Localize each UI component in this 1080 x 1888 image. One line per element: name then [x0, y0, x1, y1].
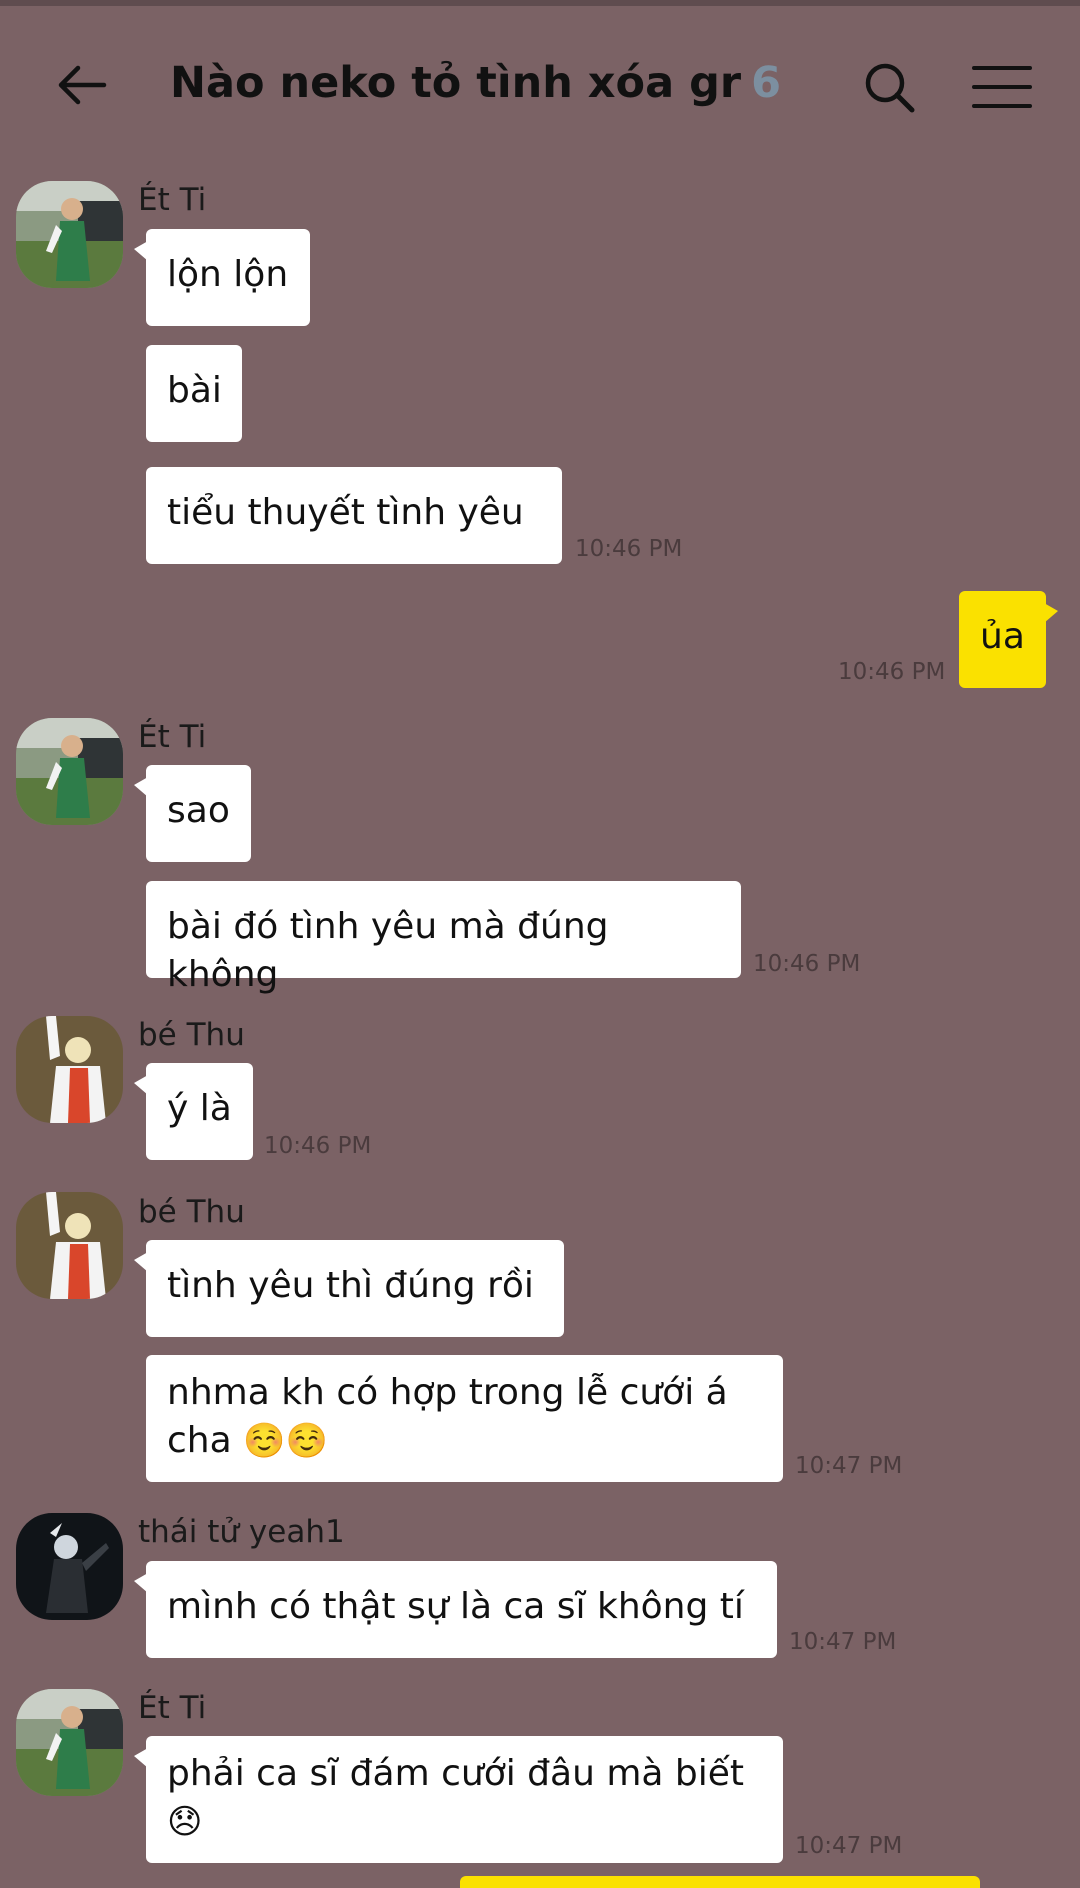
message-text: mình có thật sự là ca sĩ không tí [167, 1586, 744, 1627]
message-time: 10:46 PM [575, 536, 683, 562]
avatar-be-thu-image [16, 1016, 123, 1123]
avatar-thai-tu[interactable] [16, 1513, 123, 1620]
message-text-line: 😞 [167, 1798, 763, 1846]
message-bubble[interactable]: sao [134, 765, 251, 862]
message-time: 10:47 PM [795, 1453, 903, 1479]
sender-name: Ét Ti [138, 1690, 207, 1726]
message-text: cha [167, 1420, 232, 1461]
avatar-be-thu[interactable] [16, 1192, 123, 1299]
avatar-et-ti-image [16, 181, 123, 288]
avatar-thai-tu-image [16, 1513, 123, 1620]
message-bubble[interactable]: bài [146, 345, 242, 442]
my-message-bubble[interactable]: ủa [959, 591, 1058, 688]
message-text: bài đó tình yêu mà đúng không [167, 906, 609, 995]
sender-name: bé Thu [138, 1194, 245, 1230]
message-time: 10:47 PM [789, 1629, 897, 1655]
disappointed-emoji: 😞 [167, 1802, 203, 1842]
sender-name: thái tử yeah1 [138, 1514, 345, 1550]
avatar-et-ti[interactable] [16, 1689, 123, 1796]
avatar-et-ti-image [16, 1689, 123, 1796]
chat-title-text: Nào neko tỏ tình xóa gr [170, 58, 742, 108]
message-text: bài [167, 370, 222, 411]
message-time: 10:46 PM [838, 659, 946, 685]
avatar-be-thu-image [16, 1192, 123, 1299]
message-bubble[interactable]: lộn lộn [134, 229, 310, 326]
message-text: ý là [167, 1088, 232, 1129]
message-bubble[interactable]: phải ca sĩ đám cưới đâu mà biết 😞 [134, 1736, 783, 1863]
chat-header: Nào neko tỏ tình xóa gr 6 [0, 40, 1080, 130]
message-time: 10:46 PM [753, 951, 861, 977]
message-text: ủa [980, 616, 1025, 657]
message-bubble[interactable]: ý là [134, 1063, 253, 1160]
sender-name: Ét Ti [138, 182, 207, 218]
message-bubble[interactable]: mình có thật sự là ca sĩ không tí [134, 1561, 777, 1658]
message-time: 10:46 PM [264, 1133, 372, 1159]
smile-emoji: ☺️☺️ [243, 1421, 328, 1461]
message-text-line: phải ca sĩ đám cưới đâu mà biết [167, 1753, 745, 1794]
sender-name: bé Thu [138, 1017, 245, 1053]
menu-icon [972, 66, 1032, 108]
message-text-line: nhma kh có hợp trong lễ cưới á [167, 1372, 728, 1413]
member-count: 6 [751, 58, 781, 108]
message-text-line: cha ☺️☺️ [167, 1417, 763, 1465]
sender-name: Ét Ti [138, 719, 207, 755]
back-button[interactable] [52, 60, 112, 110]
avatar-et-ti-image [16, 718, 123, 825]
message-bubble[interactable]: nhma kh có hợp trong lễ cưới á cha ☺️☺️ [146, 1355, 783, 1482]
search-icon [865, 63, 915, 113]
message-bubble[interactable]: tình yêu thì đúng rồi [134, 1240, 564, 1337]
back-arrow-icon [58, 65, 107, 105]
next-message-peek [460, 1876, 980, 1888]
message-text: tiểu thuyết tình yêu [167, 492, 524, 533]
message-bubble[interactable]: tiểu thuyết tình yêu [146, 467, 562, 564]
message-bubble[interactable]: bài đó tình yêu mà đúng không [146, 881, 741, 995]
message-text: tình yêu thì đúng rồi [167, 1265, 534, 1306]
avatar-be-thu[interactable] [16, 1016, 123, 1123]
chat-title: Nào neko tỏ tình xóa gr 6 [170, 58, 781, 108]
avatar-et-ti[interactable] [16, 181, 123, 288]
status-strip [0, 0, 1080, 6]
message-text: lộn lộn [167, 254, 289, 295]
search-button[interactable] [862, 60, 918, 116]
avatar-et-ti[interactable] [16, 718, 123, 825]
message-time: 10:47 PM [795, 1833, 903, 1859]
menu-button[interactable] [972, 62, 1032, 112]
message-text: sao [167, 790, 230, 831]
